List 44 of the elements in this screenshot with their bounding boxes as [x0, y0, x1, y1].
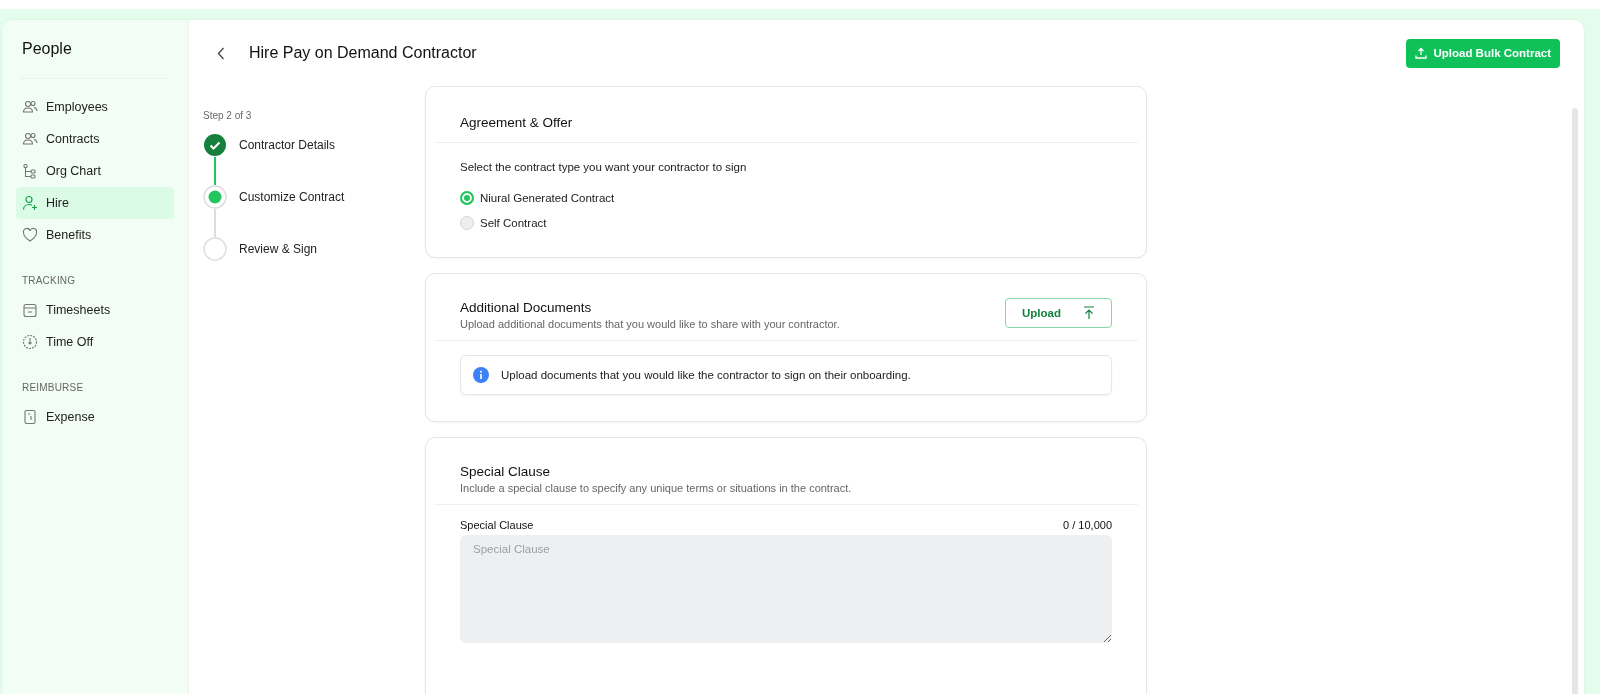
card-title: Additional Documents	[460, 300, 593, 315]
card-description: Include a special clause to specify any unique terms or situations in the contract.	[460, 482, 852, 494]
card-title: Special Clause	[460, 464, 552, 479]
step-label: Contractor Details	[239, 137, 336, 154]
done-step-icon	[203, 133, 227, 157]
prompt-text: Select the contract type you want your contractor to sign	[460, 161, 748, 173]
card-title: Agreement & Offer	[460, 115, 573, 130]
sidebar-item[interactable]: Org Chart	[16, 155, 174, 187]
sidebar-item[interactable]: Contracts	[16, 123, 174, 155]
step-label: Customize Contract	[239, 189, 345, 206]
card-description: Upload additional documents that you would like to share with your contractor.	[460, 318, 840, 330]
field-label: Special Clause	[460, 519, 534, 531]
character-counter: 0 / 10,000	[1063, 519, 1112, 531]
clock-icon	[22, 334, 38, 350]
sidebar-item[interactable]: Time Off	[16, 326, 174, 358]
chevron-left-icon	[217, 46, 225, 60]
section-heading: TRACKING	[21, 274, 77, 288]
upload-icon	[1415, 47, 1428, 59]
org-icon	[22, 163, 38, 179]
section-heading: REIMBURSE	[21, 381, 85, 395]
sidebar-title: People	[22, 40, 168, 79]
heart-icon	[22, 227, 38, 243]
step-label: Review & Sign	[239, 241, 318, 258]
upload-button[interactable]: Upload	[1005, 298, 1112, 328]
page-title: Hire Pay on Demand Contractor	[249, 44, 478, 62]
sidebar-item[interactable]: Benefits	[16, 219, 174, 251]
radio-option[interactable]: Self Contract	[460, 210, 547, 235]
step-caption: Step 2 of 3	[203, 110, 253, 121]
radio-button[interactable]	[460, 190, 474, 205]
notice-text: Upload documents that you would like the contractor to sign on their onboarding.	[501, 369, 911, 381]
sidebar-item[interactable]: Employees	[16, 91, 174, 123]
special-clause-field[interactable]: Special Clause	[460, 535, 1112, 643]
radio-option[interactable]: Niural Generated Contract	[460, 185, 615, 210]
calendar-icon	[22, 302, 38, 318]
sidebar-item[interactable]: Expense	[16, 401, 174, 433]
sidebar-item[interactable]: Timesheets	[16, 294, 174, 326]
receipt-icon	[22, 409, 38, 425]
radio-button[interactable]	[460, 215, 474, 230]
upload-icon	[1083, 306, 1095, 320]
sidebar-item[interactable]: Hire	[16, 187, 174, 219]
people-icon	[22, 99, 38, 115]
people-icon	[22, 131, 38, 147]
person-add-icon	[22, 195, 38, 211]
info-icon	[473, 367, 489, 383]
